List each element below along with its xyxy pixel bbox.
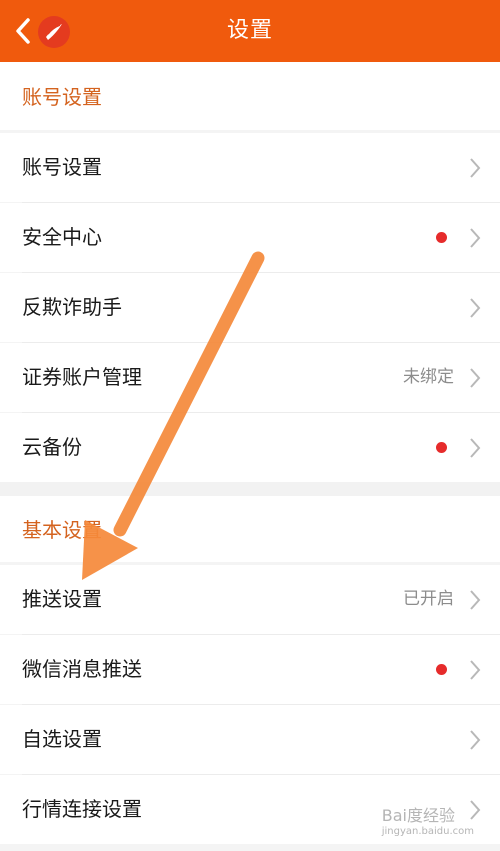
top-bar: 设置 bbox=[0, 0, 500, 62]
row-anti-fraud[interactable]: 反欺诈助手 bbox=[0, 273, 500, 342]
row-value: 未绑定 bbox=[403, 367, 454, 387]
row-value: 已开启 bbox=[403, 589, 454, 609]
row-label: 自选设置 bbox=[22, 727, 102, 751]
chevron-right-icon bbox=[470, 660, 481, 680]
row-label: 账号设置 bbox=[22, 155, 102, 179]
row-cloud-backup[interactable]: 云备份 bbox=[0, 413, 500, 482]
row-label: 行情连接设置 bbox=[22, 797, 142, 821]
row-label: 微信消息推送 bbox=[22, 657, 142, 681]
row-label: 推送设置 bbox=[22, 587, 102, 611]
row-label: 反欺诈助手 bbox=[22, 295, 122, 319]
row-push-settings[interactable]: 推送设置 已开启 bbox=[0, 565, 500, 634]
notification-dot bbox=[436, 442, 447, 453]
row-label: 云备份 bbox=[22, 435, 82, 459]
section-title-account: 账号设置 bbox=[0, 62, 500, 130]
section-title-label: 账号设置 bbox=[22, 85, 102, 109]
chevron-right-icon bbox=[470, 730, 481, 750]
row-watchlist-settings[interactable]: 自选设置 bbox=[0, 705, 500, 774]
section-title-label: 基本设置 bbox=[22, 518, 102, 542]
row-security-center[interactable]: 安全中心 bbox=[0, 203, 500, 272]
section-gap bbox=[0, 482, 500, 496]
chevron-right-icon bbox=[470, 590, 481, 610]
page-title: 设置 bbox=[226, 18, 273, 43]
watermark: Bai度经验 jingyan.baidu.com bbox=[382, 802, 474, 837]
chevron-right-icon bbox=[470, 368, 481, 388]
row-securities-account[interactable]: 证券账户管理 未绑定 bbox=[0, 343, 500, 412]
row-account-settings[interactable]: 账号设置 bbox=[0, 133, 500, 202]
section-title-basic: 基本设置 bbox=[0, 496, 500, 562]
chevron-right-icon bbox=[470, 438, 481, 458]
row-label: 证券账户管理 bbox=[22, 365, 142, 389]
notification-dot bbox=[436, 232, 447, 243]
row-wechat-push[interactable]: 微信消息推送 bbox=[0, 635, 500, 704]
notification-dot bbox=[436, 664, 447, 675]
chevron-right-icon bbox=[470, 298, 481, 318]
row-label: 安全中心 bbox=[22, 225, 102, 249]
chevron-right-icon bbox=[470, 228, 481, 248]
watermark-text: Bai度经验 bbox=[381, 806, 455, 825]
chevron-right-icon bbox=[470, 158, 481, 178]
watermark-url: jingyan.baidu.com bbox=[381, 826, 474, 837]
